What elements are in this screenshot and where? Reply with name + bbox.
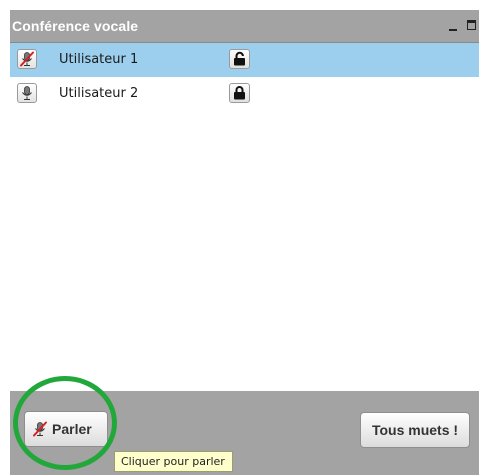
- window-title: Conférence vocale: [12, 18, 139, 34]
- muted-mic-icon: [33, 421, 47, 437]
- participant-list: Utilisateur 1 Utilisateur 2: [10, 42, 479, 391]
- lock-toggle-button[interactable]: [229, 83, 250, 103]
- footer-bar: Parler Tous muets !: [10, 391, 479, 475]
- talk-button-label: Parler: [52, 421, 92, 437]
- mic-toggle-button[interactable]: [17, 83, 37, 103]
- unlocked-icon: [234, 51, 245, 66]
- lock-toggle-button[interactable]: [229, 49, 250, 69]
- title-bar: Conférence vocale: [10, 10, 479, 42]
- minimize-icon[interactable]: [448, 18, 460, 32]
- muted-mic-icon: [20, 51, 34, 67]
- microphone-icon: [22, 86, 32, 100]
- maximize-icon[interactable]: [467, 20, 479, 30]
- talk-button[interactable]: Parler: [24, 411, 108, 447]
- talk-tooltip: Cliquer pour parler: [114, 451, 233, 472]
- mic-toggle-button[interactable]: [17, 49, 37, 69]
- participant-row-2[interactable]: Utilisateur 2: [10, 77, 479, 111]
- participant-name: Utilisateur 2: [59, 86, 139, 101]
- voice-conference-window: Conférence vocale Utilisateur 1 Utilisat…: [10, 10, 479, 475]
- participant-row-1[interactable]: Utilisateur 1: [10, 43, 479, 77]
- participant-name: Utilisateur 1: [59, 52, 139, 67]
- locked-icon: [234, 86, 245, 100]
- mute-all-button[interactable]: Tous muets !: [360, 412, 470, 448]
